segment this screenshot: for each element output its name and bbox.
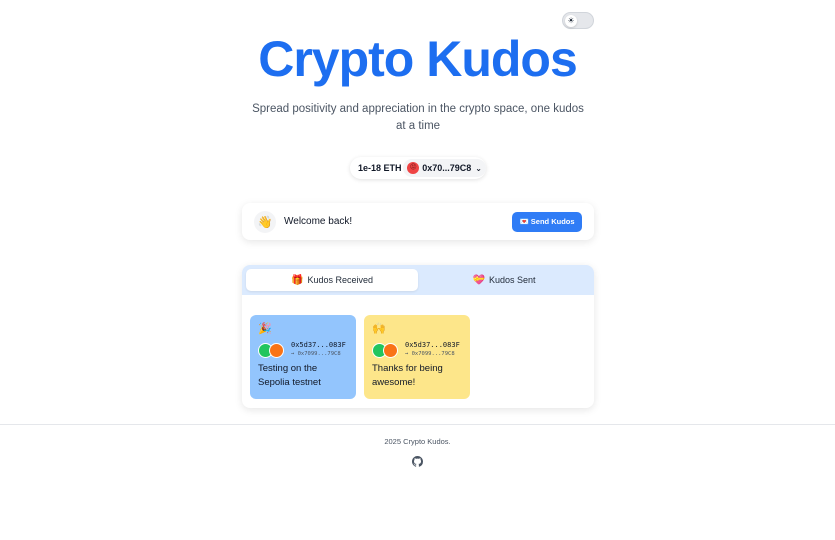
tab-label: Kudos Received	[307, 275, 373, 285]
welcome-card: 👋 Welcome back! 💌 Send Kudos	[242, 203, 594, 240]
tab-kudos-received[interactable]: 🎁 Kudos Received	[246, 269, 418, 291]
footer-divider	[0, 424, 835, 425]
wave-icon: 👋	[254, 210, 276, 233]
participant-avatars	[372, 342, 402, 358]
sun-icon: ☀	[565, 15, 577, 27]
party-icon: 🎉	[258, 323, 272, 335]
github-logo	[412, 456, 423, 467]
tab-kudos-sent[interactable]: 💝 Kudos Sent	[418, 269, 590, 291]
kudos-message: Thanks for being awesome!	[372, 363, 443, 388]
kudos-message: Testing on the Sepolia testnet	[258, 363, 321, 388]
sender-address: 0x5d37...083F	[291, 341, 346, 349]
footer-copyright: 2025 Crypto Kudos.	[384, 437, 451, 446]
page-subtitle: Spread positivity and appreciation in th…	[252, 103, 584, 132]
send-kudos-label: Send Kudos	[530, 217, 575, 226]
account-address: 0x70...79C8	[422, 163, 472, 173]
github-icon[interactable]	[412, 454, 423, 467]
recipient-address: → 0x7099...79C8	[291, 351, 341, 357]
wallet-balance: 1e-18 ETH	[358, 163, 402, 173]
account-button[interactable]: 😡 0x70...79C8 ⌄	[403, 159, 486, 177]
kudos-card[interactable]: 🙌 0x5d37...083F → 0x7099...79C8 Thanks f…	[364, 315, 470, 399]
welcome-text: Welcome back!	[284, 216, 353, 227]
chevron-down-icon: ⌄	[475, 163, 482, 173]
tab-bar: 🎁 Kudos Received 💝 Kudos Sent	[242, 265, 594, 295]
kudos-parties: 0x5d37...083F → 0x7099...79C8	[258, 341, 348, 358]
recipient-address: → 0x7099...79C8	[405, 351, 455, 357]
send-kudos-button[interactable]: 💌 Send Kudos	[512, 211, 582, 232]
love-letter-icon: 💌	[519, 217, 529, 226]
kudos-card[interactable]: 🎉 0x5d37...083F → 0x7099...79C8 Testing …	[250, 315, 356, 399]
kudos-addresses: 0x5d37...083F → 0x7099...79C8	[405, 341, 460, 358]
raised-hands-icon: 🙌	[372, 323, 386, 335]
theme-toggle[interactable]: ☀	[562, 12, 594, 29]
kudos-addresses: 0x5d37...083F → 0x7099...79C8	[291, 341, 346, 358]
gift-icon: 🎁	[291, 274, 304, 286]
tab-label: Kudos Sent	[488, 275, 536, 285]
participant-avatars	[258, 342, 288, 358]
sender-address: 0x5d37...083F	[405, 341, 460, 349]
page-title: Crypto Kudos	[258, 31, 578, 87]
kudos-feed: 🎁 Kudos Received 💝 Kudos Sent 🎉 0x5d37..…	[242, 265, 594, 408]
kudos-parties: 0x5d37...083F → 0x7099...79C8	[372, 341, 462, 358]
wallet-button[interactable]: 1e-18 ETH 😡 0x70...79C8 ⌄	[350, 157, 486, 179]
heart-gift-icon: 💝	[472, 274, 485, 286]
recipient-avatar	[269, 342, 284, 358]
account-avatar: 😡	[407, 162, 420, 174]
kudos-list: 🎉 0x5d37...083F → 0x7099...79C8 Testing …	[242, 295, 594, 408]
recipient-avatar	[383, 342, 398, 358]
